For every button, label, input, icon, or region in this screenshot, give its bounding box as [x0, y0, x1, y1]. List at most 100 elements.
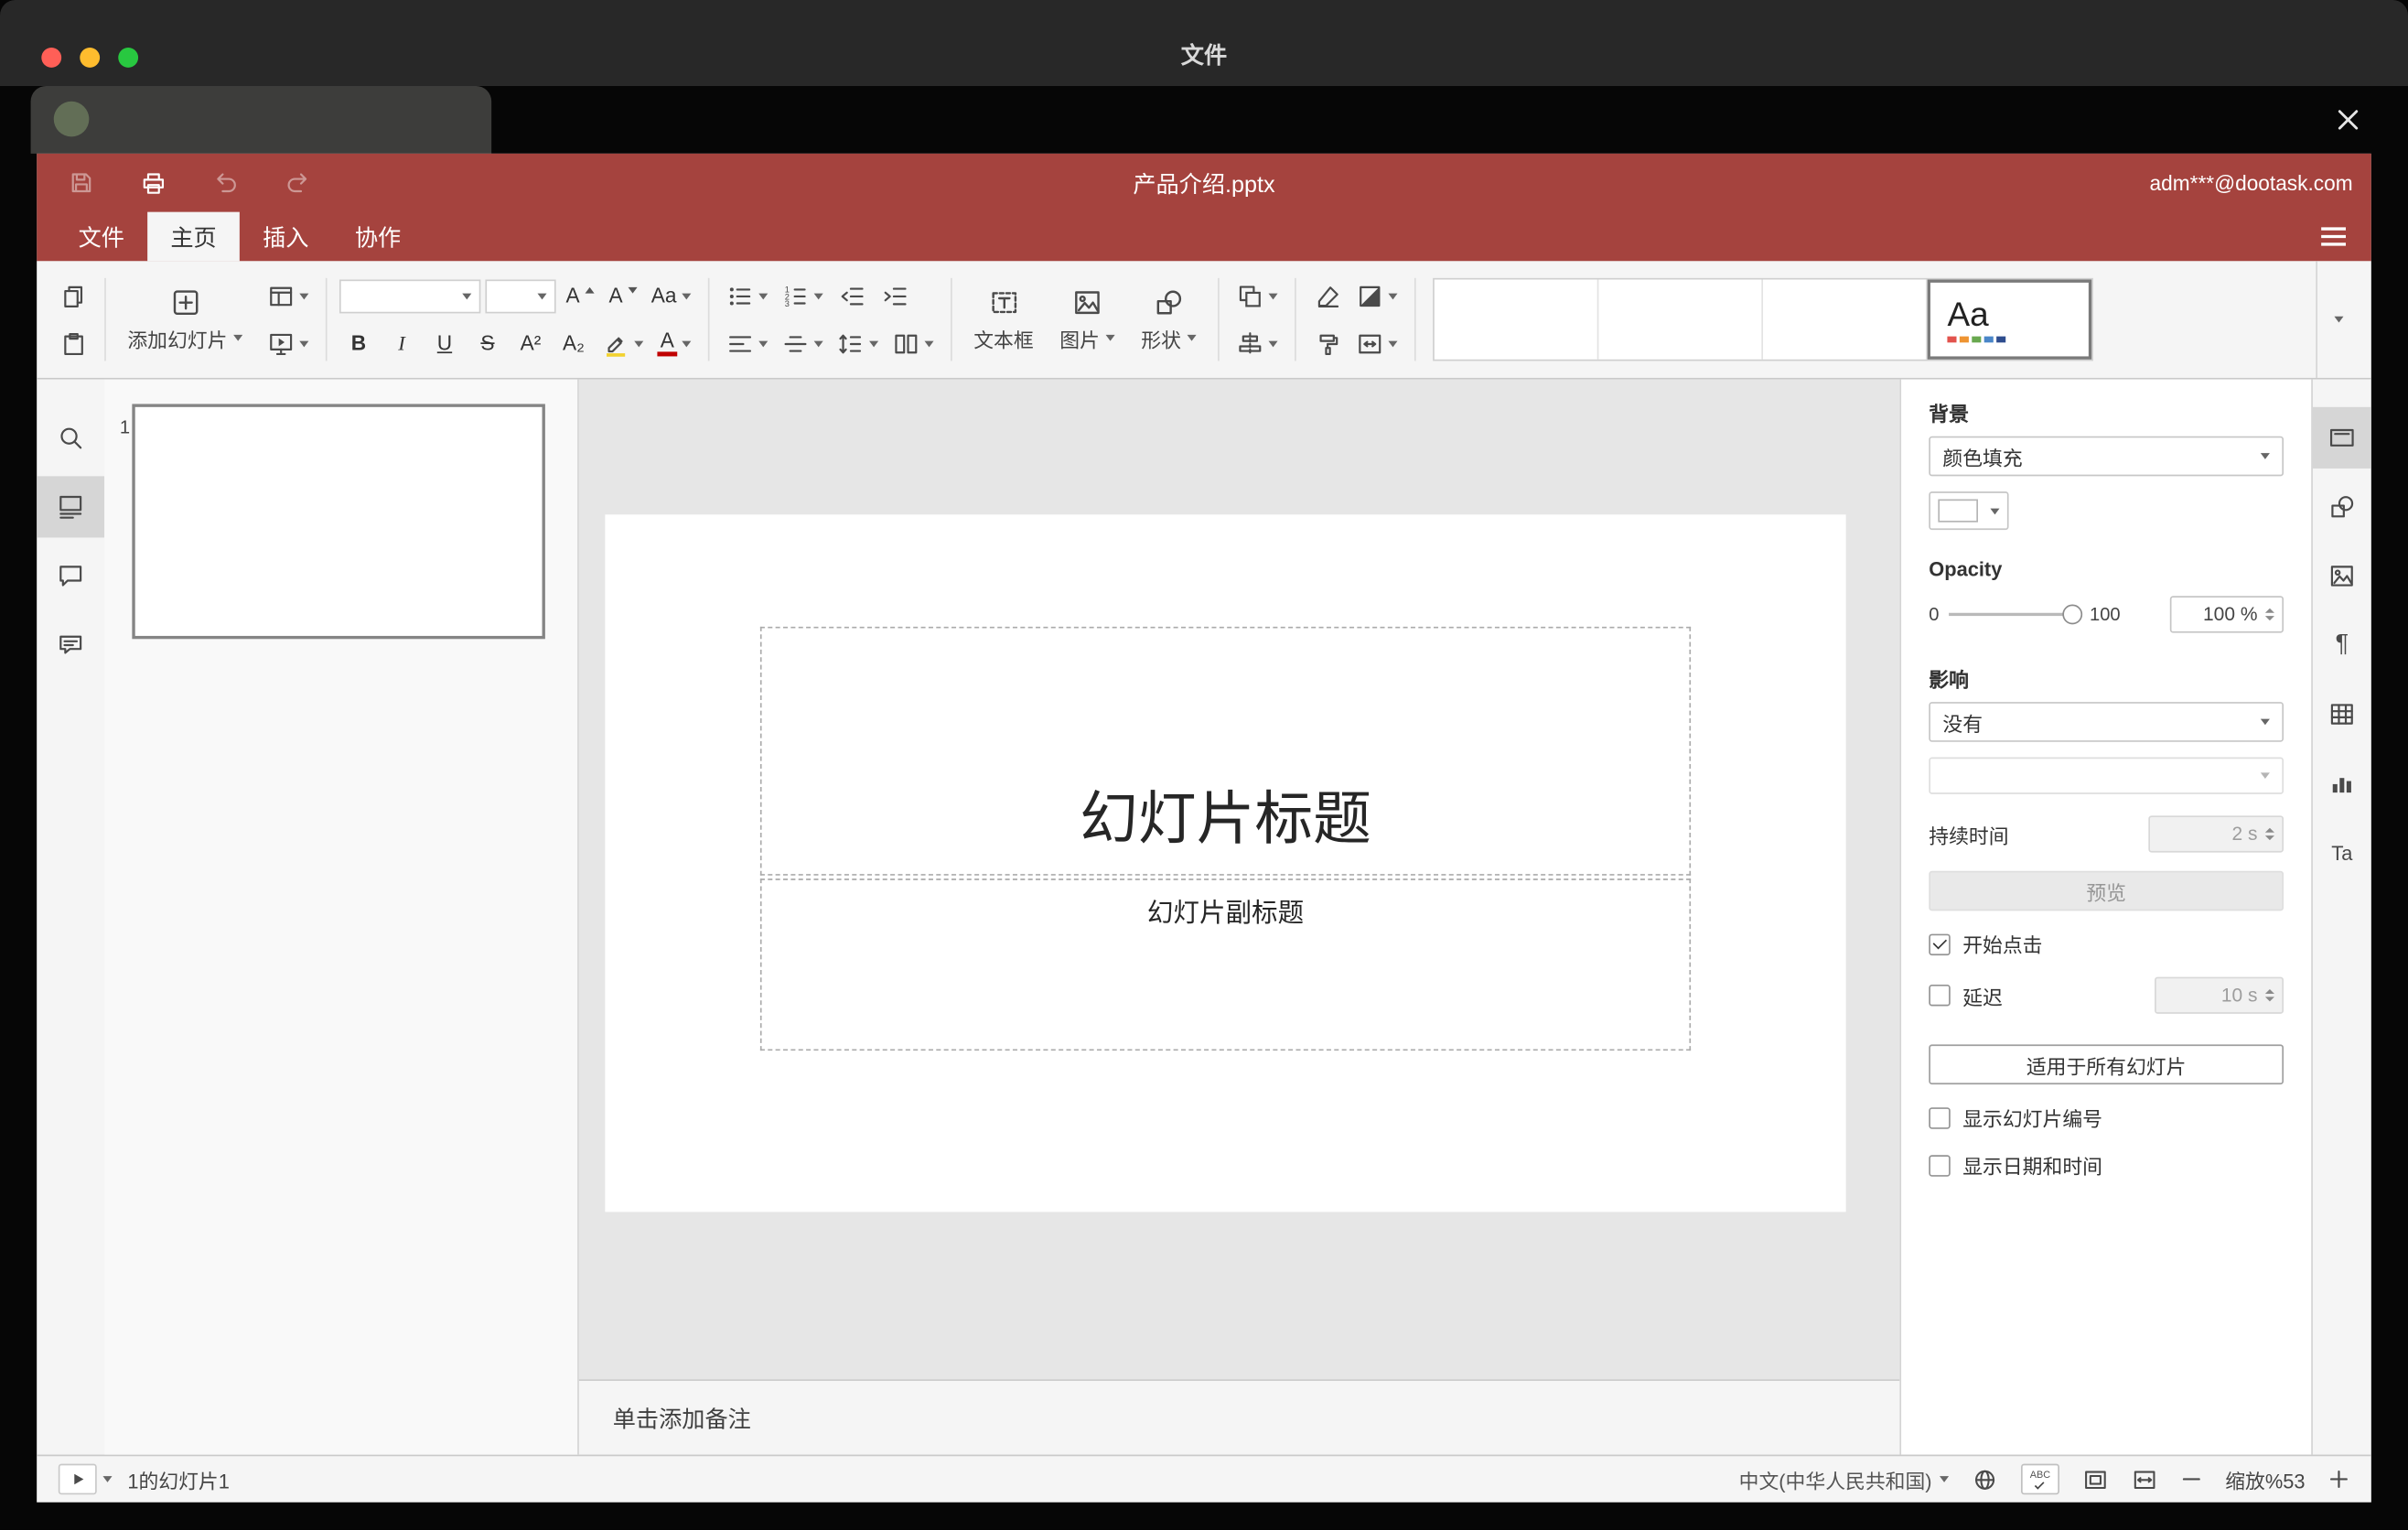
- zoom-out-button[interactable]: [2181, 1469, 2203, 1491]
- slide-settings-button[interactable]: [2312, 406, 2371, 469]
- window-minimize-button[interactable]: [80, 48, 101, 68]
- fill-color-button[interactable]: [1351, 276, 1402, 315]
- chevron-down-icon[interactable]: [102, 1476, 113, 1482]
- shape-settings-button[interactable]: [2313, 476, 2371, 537]
- highlight-color-button[interactable]: [597, 324, 648, 362]
- line-spacing-button[interactable]: [833, 324, 883, 362]
- title-placeholder[interactable]: 幻灯片标题: [759, 626, 1692, 876]
- zoom-in-button[interactable]: [2328, 1469, 2350, 1491]
- spinner[interactable]: [2264, 608, 2274, 621]
- font-name-select[interactable]: [339, 278, 481, 313]
- set-language-button[interactable]: [1972, 1466, 1998, 1492]
- insert-shape-button[interactable]: 形状: [1132, 272, 1206, 367]
- window-close-button[interactable]: [41, 48, 62, 68]
- decrease-indent-button[interactable]: [833, 276, 871, 315]
- window-zoom-button[interactable]: [118, 48, 139, 68]
- theme-option-selected[interactable]: Aa: [1927, 279, 2092, 360]
- effect-select[interactable]: 没有: [1929, 702, 2284, 742]
- comments-button[interactable]: [37, 545, 104, 607]
- insert-textbox-button[interactable]: 文本框: [964, 272, 1043, 367]
- arrange-shape-button[interactable]: [1231, 276, 1282, 315]
- language-select[interactable]: 中文(中华人民共和国): [1739, 1465, 1950, 1494]
- fit-slide-button[interactable]: [2082, 1466, 2109, 1492]
- insert-image-button[interactable]: 图片: [1050, 272, 1124, 367]
- theme-option-3[interactable]: [1763, 279, 1928, 360]
- paragraph-settings-button[interactable]: ¶: [2313, 614, 2371, 675]
- delay-checkbox[interactable]: [1929, 984, 1951, 1007]
- tab-home[interactable]: 主页: [147, 211, 240, 262]
- superscript-button[interactable]: A²: [511, 324, 550, 362]
- spinner-up-button[interactable]: [2264, 608, 2274, 613]
- tab-collaboration[interactable]: 协作: [332, 212, 425, 262]
- numbering-button[interactable]: 123: [777, 276, 827, 315]
- print-button[interactable]: [127, 161, 179, 204]
- notes-area[interactable]: 单击添加备注: [578, 1379, 1900, 1455]
- font-color-button[interactable]: A: [652, 324, 695, 362]
- redo-button[interactable]: [272, 161, 324, 204]
- copy-button[interactable]: [54, 276, 92, 315]
- start-slideshow-statusbar-button[interactable]: [58, 1463, 97, 1495]
- theme-option-1[interactable]: [1435, 279, 1599, 360]
- slide-thumbnail[interactable]: [132, 404, 545, 640]
- spellcheck-button[interactable]: ABC: [2020, 1463, 2059, 1495]
- change-case-button[interactable]: Aa: [647, 276, 695, 315]
- slides-panel-button[interactable]: [37, 476, 105, 538]
- spinner[interactable]: [2264, 988, 2274, 1002]
- tab-insert[interactable]: 插入: [240, 212, 332, 262]
- change-layout-button[interactable]: [263, 276, 313, 315]
- clear-style-button[interactable]: [1308, 276, 1347, 315]
- spinner-up-button[interactable]: [2264, 827, 2274, 833]
- spinner-down-button[interactable]: [2264, 616, 2274, 621]
- fit-width-button[interactable]: [2132, 1466, 2158, 1492]
- increase-indent-button[interactable]: [876, 276, 914, 315]
- strikeout-button[interactable]: S: [468, 324, 507, 362]
- vertical-align-button[interactable]: [777, 324, 827, 362]
- opacity-input[interactable]: 100 %: [2169, 596, 2284, 633]
- undo-button[interactable]: [199, 161, 252, 204]
- close-editor-button[interactable]: [2336, 107, 2360, 132]
- duration-input[interactable]: 2 s: [2148, 815, 2284, 853]
- bold-button[interactable]: B: [339, 324, 378, 362]
- table-settings-button[interactable]: [2313, 684, 2371, 745]
- textart-settings-button[interactable]: Ta: [2313, 822, 2371, 883]
- slide-canvas[interactable]: 幻灯片标题 幻灯片副标题: [605, 514, 1846, 1212]
- slide-size-button[interactable]: [1351, 324, 1402, 362]
- save-button[interactable]: [55, 161, 107, 204]
- tab-file[interactable]: 文件: [55, 212, 147, 262]
- slider-knob[interactable]: [2061, 604, 2082, 625]
- apply-to-all-slides-button[interactable]: 适用于所有幻灯片: [1929, 1044, 2284, 1085]
- align-shape-button[interactable]: [1231, 324, 1282, 362]
- view-settings-button[interactable]: [2320, 226, 2347, 248]
- spinner-up-button[interactable]: [2264, 988, 2274, 995]
- start-on-click-checkbox[interactable]: [1929, 932, 1951, 955]
- subscript-button[interactable]: A₂: [554, 324, 593, 362]
- background-fill-select[interactable]: 颜色填充: [1929, 436, 2284, 477]
- theme-option-2[interactable]: [1598, 279, 1764, 360]
- effect-type-select[interactable]: [1929, 757, 2284, 794]
- add-slide-button[interactable]: 添加幻灯片: [118, 272, 252, 367]
- underline-button[interactable]: U: [425, 324, 464, 362]
- chart-settings-button[interactable]: [2313, 752, 2371, 813]
- paste-button[interactable]: [54, 324, 92, 362]
- search-button[interactable]: [37, 407, 104, 469]
- subtitle-placeholder[interactable]: 幻灯片副标题: [759, 878, 1692, 1051]
- spinner-down-button[interactable]: [2264, 997, 2274, 1002]
- decrease-font-button[interactable]: A: [604, 276, 642, 315]
- theme-gallery-expand-button[interactable]: [2316, 261, 2359, 378]
- italic-button[interactable]: I: [382, 324, 421, 362]
- background-color-picker[interactable]: [1929, 491, 2009, 531]
- horizontal-align-button[interactable]: [722, 324, 772, 362]
- copy-style-button[interactable]: [1308, 324, 1347, 362]
- spinner-down-button[interactable]: [2264, 835, 2274, 841]
- font-size-select[interactable]: [485, 278, 556, 313]
- chat-button[interactable]: [37, 614, 104, 675]
- spinner[interactable]: [2264, 827, 2274, 841]
- increase-font-button[interactable]: A: [561, 276, 599, 315]
- preview-button[interactable]: 预览: [1929, 870, 2284, 911]
- delay-input[interactable]: 10 s: [2155, 976, 2284, 1014]
- opacity-slider[interactable]: [1948, 604, 2082, 625]
- columns-button[interactable]: [887, 324, 938, 362]
- image-settings-button[interactable]: [2313, 545, 2371, 607]
- show-date-time-checkbox[interactable]: [1929, 1154, 1951, 1176]
- show-slide-number-checkbox[interactable]: [1929, 1106, 1951, 1128]
